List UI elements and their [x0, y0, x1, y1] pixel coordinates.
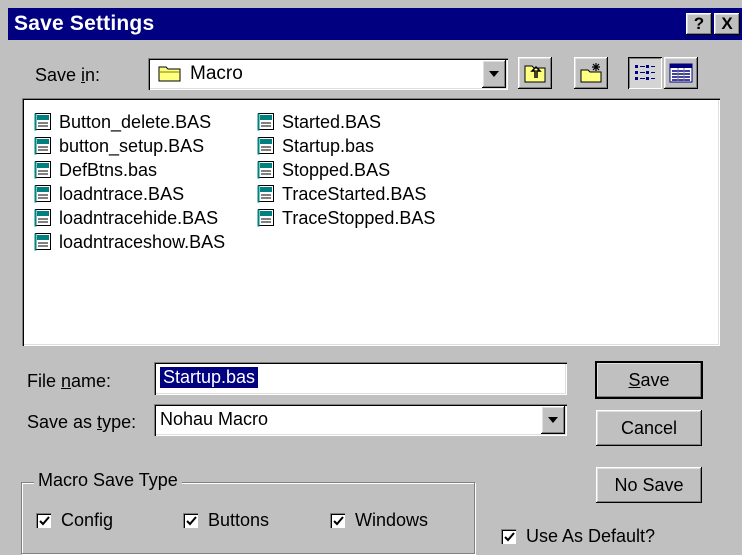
save-button[interactable]: Save — [595, 361, 703, 399]
file-name: button_setup.BAS — [59, 135, 205, 156]
file-list-item[interactable]: TraceStarted.BAS — [257, 182, 435, 206]
title-bar[interactable]: Save Settings ? X — [8, 8, 742, 40]
config-label: Config — [61, 510, 114, 530]
file-name-input[interactable]: Startup.bas — [154, 362, 567, 395]
file-list-item[interactable]: Stopped.BAS — [257, 158, 435, 182]
basic-file-icon — [34, 209, 51, 227]
checkmark-icon — [186, 516, 197, 526]
checkbox-box[interactable] — [501, 529, 516, 544]
file-name: Startup.bas — [282, 135, 375, 156]
basic-file-icon — [257, 185, 274, 203]
checkbox-box[interactable] — [36, 513, 51, 528]
basic-file-icon — [34, 137, 51, 155]
file-name: DefBtns.bas — [59, 159, 158, 180]
use-as-default-label: Use As Default? — [526, 526, 656, 546]
file-list[interactable]: Button_delete.BAS button_setup.BAS DefBtns… — [22, 98, 720, 346]
cancel-button[interactable]: Cancel — [596, 410, 702, 446]
checkmark-icon — [504, 532, 515, 542]
config-checkbox[interactable]: Config — [36, 510, 113, 531]
up-one-level-button[interactable] — [518, 57, 552, 89]
file-list-column: Button_delete.BAS button_setup.BAS DefBtns… — [34, 110, 225, 254]
file-name: TraceStarted.BAS — [282, 183, 427, 204]
file-list-item[interactable]: button_setup.BAS — [34, 134, 225, 158]
details-view-button[interactable] — [664, 57, 698, 89]
file-name: Stopped.BAS — [282, 159, 391, 180]
basic-file-icon — [34, 185, 51, 203]
basic-file-icon — [257, 161, 274, 179]
folder-icon — [158, 66, 181, 82]
file-list-item[interactable]: Button_delete.BAS — [34, 110, 225, 134]
file-name: Button_delete.BAS — [59, 111, 212, 132]
basic-file-icon — [34, 161, 51, 179]
file-list-item[interactable]: TraceStopped.BAS — [257, 206, 435, 230]
file-list-item[interactable]: loadntrace.BAS — [34, 182, 225, 206]
list-view-icon — [635, 65, 655, 80]
no-save-button[interactable]: No Save — [596, 467, 702, 503]
file-name-value: Startup.bas — [160, 367, 259, 388]
checkmark-icon — [333, 516, 344, 526]
buttons-label: Buttons — [208, 510, 270, 530]
file-list-item[interactable]: Started.BAS — [257, 110, 435, 134]
details-view-icon — [669, 63, 693, 83]
buttons-checkbox[interactable]: Buttons — [183, 510, 269, 531]
help-button[interactable]: ? — [686, 13, 712, 35]
list-view-button[interactable] — [628, 57, 662, 89]
checkbox-box[interactable] — [183, 513, 198, 528]
file-list-item[interactable]: loadntraceshow.BAS — [34, 230, 225, 254]
save-in-dropdown[interactable]: Macro — [148, 58, 508, 90]
file-list-item[interactable]: DefBtns.bas — [34, 158, 225, 182]
dialog-title: Save Settings — [14, 12, 155, 35]
save-in-label: Save in: — [35, 65, 101, 85]
basic-file-icon — [257, 137, 274, 155]
save-as-type-label: Save as type: — [27, 412, 137, 432]
basic-file-icon — [257, 209, 274, 227]
file-name: loadntraceshow.BAS — [59, 231, 226, 252]
macro-save-type-group: Macro Save Type Config Buttons Windows — [21, 470, 475, 554]
file-name: TraceStopped.BAS — [282, 207, 436, 228]
up-one-level-icon — [524, 65, 546, 83]
save-as-type-dropdown[interactable]: Nohau Macro — [154, 404, 567, 436]
chevron-down-icon[interactable] — [482, 60, 506, 88]
close-button[interactable]: X — [714, 13, 740, 35]
save-as-type-value: Nohau Macro — [160, 409, 269, 429]
create-new-folder-icon — [580, 63, 602, 83]
basic-file-icon — [34, 113, 51, 131]
basic-file-icon — [257, 113, 274, 131]
windows-label: Windows — [355, 510, 429, 530]
macro-save-type-legend: Macro Save Type — [34, 470, 182, 491]
checkbox-box[interactable] — [330, 513, 345, 528]
file-list-column: Started.BAS Startup.bas Stopped.BAS TraceSt… — [257, 110, 435, 230]
file-name: loadntracehide.BAS — [59, 207, 219, 228]
file-list-item[interactable]: loadntracehide.BAS — [34, 206, 225, 230]
file-name-label: File name: — [27, 371, 112, 391]
use-as-default-checkbox[interactable]: Use As Default? — [501, 526, 655, 547]
save-in-value: Macro — [190, 63, 243, 84]
chevron-down-icon[interactable] — [541, 406, 565, 434]
create-new-folder-button[interactable] — [574, 57, 608, 89]
save-settings-dialog: Save Settings ? X Save in: Macro Button_… — [0, 0, 742, 555]
file-list-item[interactable]: Startup.bas — [257, 134, 435, 158]
file-name: loadntrace.BAS — [59, 183, 185, 204]
windows-checkbox[interactable]: Windows — [330, 510, 428, 531]
file-name: Started.BAS — [282, 111, 382, 132]
basic-file-icon — [34, 233, 51, 251]
checkmark-icon — [39, 516, 50, 526]
